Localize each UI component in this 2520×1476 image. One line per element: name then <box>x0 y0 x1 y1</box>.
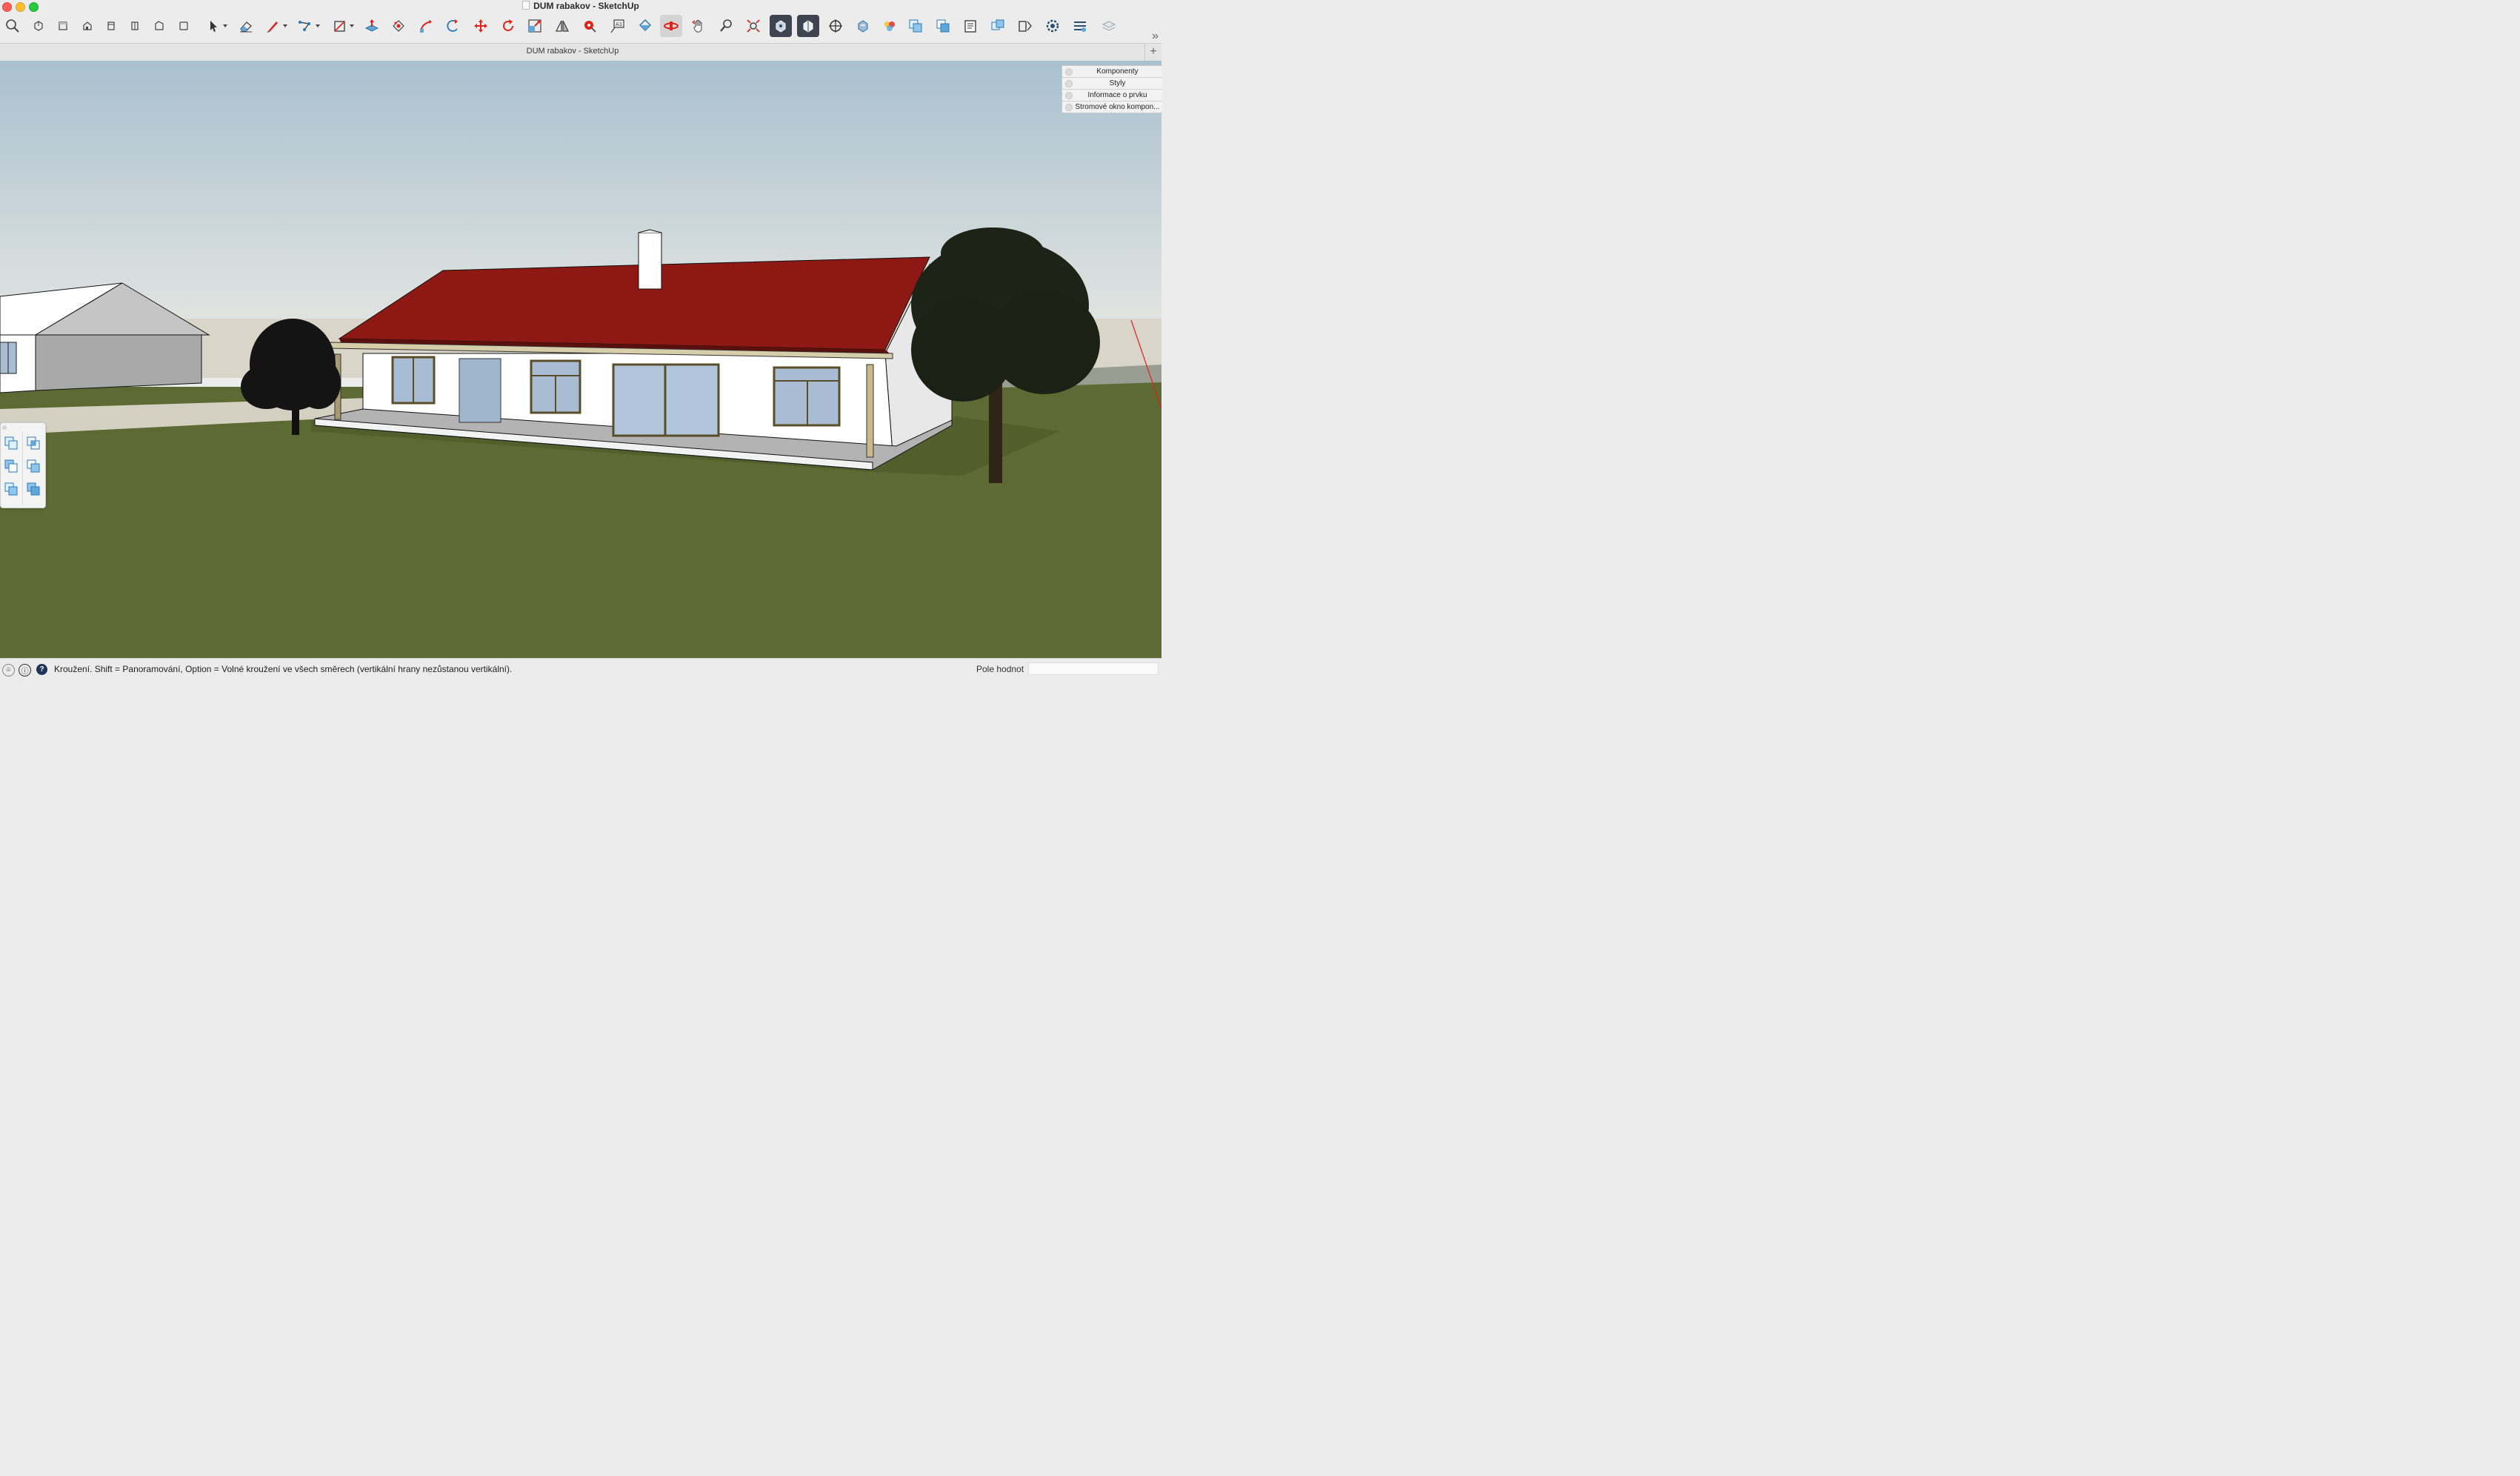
move-icon[interactable] <box>470 15 492 37</box>
document-tab-bar: DUM rabakov - SketchUp + <box>0 43 1161 62</box>
expand-icon[interactable] <box>1065 80 1073 87</box>
front-view-icon[interactable] <box>76 15 99 37</box>
text-icon[interactable]: A1 <box>606 15 628 37</box>
intersect-icon[interactable] <box>23 432 44 454</box>
scenes-icon[interactable] <box>1014 15 1036 37</box>
line-icon[interactable] <box>261 15 287 37</box>
eraser-icon[interactable] <box>235 15 257 37</box>
credits-icon[interactable]: ⓘ <box>19 664 31 676</box>
title-bar: DUM rabakov - SketchUp <box>0 0 1161 12</box>
status-bar: ⌾ ⓘ ? Kroužení. Shift = Panoramování, Op… <box>0 658 1161 681</box>
look-around-icon[interactable] <box>852 15 874 37</box>
trim-icon[interactable] <box>1 478 21 500</box>
iso-view-icon[interactable] <box>27 15 50 37</box>
right-view-icon[interactable] <box>100 15 122 37</box>
bottom-view-icon[interactable] <box>173 15 195 37</box>
arc-icon[interactable] <box>294 15 320 37</box>
scene-canvas[interactable] <box>0 61 1161 658</box>
orbit-icon[interactable] <box>660 15 682 37</box>
solid-tools-palette <box>0 422 46 508</box>
svg-text:A1: A1 <box>616 21 622 27</box>
follow-me-icon[interactable] <box>415 15 437 37</box>
union-icon[interactable] <box>1 455 21 477</box>
door-1 <box>459 358 501 423</box>
rotate-icon[interactable] <box>497 15 519 37</box>
offset-icon[interactable] <box>387 15 410 37</box>
components-icon[interactable] <box>987 15 1009 37</box>
solid-subtract-icon[interactable] <box>932 15 954 37</box>
arc-dropdown-icon[interactable] <box>316 24 320 27</box>
more-tools-icon[interactable]: » <box>1152 30 1159 43</box>
tray-item-components[interactable]: Komponenty <box>1062 66 1162 78</box>
left-view-icon[interactable] <box>148 15 170 37</box>
window-1 <box>391 356 436 405</box>
subtract-icon[interactable] <box>23 455 44 477</box>
geo-location-icon[interactable]: ⌾ <box>2 664 15 676</box>
outer-shell-icon[interactable] <box>1 432 21 454</box>
default-tray: Komponenty Styly Informace o prvku Strom… <box>1061 65 1162 113</box>
paint-bucket-icon[interactable] <box>633 15 656 37</box>
rectangle-dropdown-icon[interactable] <box>350 24 354 27</box>
sliding-door <box>612 363 720 437</box>
top-view-icon[interactable] <box>52 15 74 37</box>
help-icon[interactable]: ? <box>36 664 47 675</box>
zoom-extents-icon[interactable] <box>742 15 764 37</box>
extension-warehouse-icon[interactable] <box>797 15 819 37</box>
rotate-arc-icon[interactable] <box>441 15 464 37</box>
tray-item-styles[interactable]: Styly <box>1062 78 1162 90</box>
select-dropdown-icon[interactable] <box>223 24 227 27</box>
scale-icon[interactable] <box>524 15 546 37</box>
measurements-label: Pole hodnot <box>976 664 1024 674</box>
palette-close-button[interactable] <box>2 425 7 430</box>
measurements-input[interactable] <box>1028 662 1159 675</box>
pan-icon[interactable] <box>687 15 710 37</box>
window-3 <box>773 366 841 427</box>
expand-icon[interactable] <box>1065 104 1073 111</box>
zoom-icon[interactable] <box>1 15 24 37</box>
layers-icon[interactable] <box>1098 15 1120 37</box>
push-pull-icon[interactable] <box>361 15 383 37</box>
entity-info-icon[interactable] <box>959 15 981 37</box>
document-icon <box>522 1 530 10</box>
solid-union-icon[interactable] <box>904 15 927 37</box>
settings-icon[interactable] <box>1041 15 1064 37</box>
main-toolbar: A1 » <box>0 12 1161 43</box>
new-tab-button[interactable]: + <box>1144 44 1161 61</box>
warehouse-icon[interactable] <box>770 15 792 37</box>
rectangle-icon[interactable] <box>328 15 354 37</box>
flip-icon[interactable] <box>551 15 573 37</box>
back-view-icon[interactable] <box>124 15 146 37</box>
line-dropdown-icon[interactable] <box>283 24 287 27</box>
tray-item-outliner[interactable]: Stromové okno kompon... <box>1062 102 1162 113</box>
tape-measure-icon[interactable] <box>579 15 601 37</box>
tray-item-entity-info[interactable]: Informace o prvku <box>1062 90 1162 102</box>
position-camera-icon[interactable] <box>824 15 847 37</box>
window-title: DUM rabakov - SketchUp <box>0 1 1161 11</box>
preferences-icon[interactable] <box>1069 15 1091 37</box>
status-hint: Kroužení. Shift = Panoramování, Option =… <box>54 664 513 674</box>
document-tab[interactable]: DUM rabakov - SketchUp <box>0 47 1145 56</box>
zoom-tool-icon[interactable] <box>716 15 738 37</box>
split-icon[interactable] <box>23 478 44 500</box>
window-2 <box>530 359 581 414</box>
model-viewport[interactable] <box>0 61 1161 658</box>
expand-icon[interactable] <box>1065 92 1073 99</box>
materials-icon[interactable] <box>879 15 901 37</box>
select-icon[interactable] <box>201 15 227 37</box>
expand-icon[interactable] <box>1065 68 1073 76</box>
